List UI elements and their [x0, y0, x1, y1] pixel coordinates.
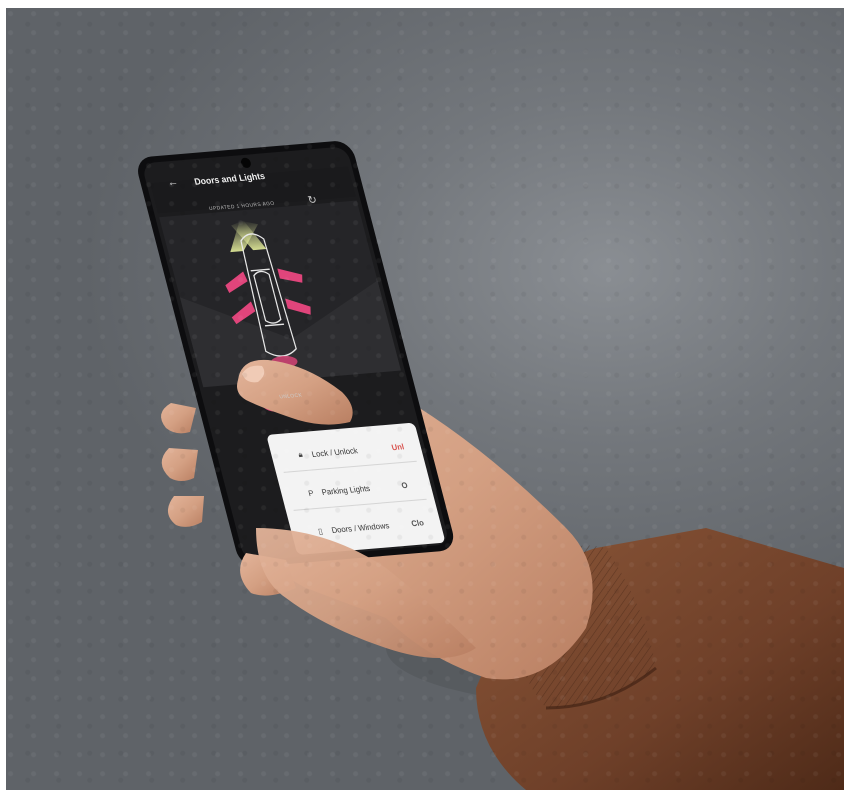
updated-status: UPDATED 1 HOURS AGO [208, 200, 276, 213]
row-value: Unl [390, 441, 405, 452]
row-label: Lock / Unlock [310, 445, 359, 459]
row-label: Doors / Windows [330, 520, 391, 535]
photo: ← Doors and Lights UPDATED 1 HOURS AGO ↻… [6, 8, 844, 790]
row-value: Clo [410, 517, 425, 528]
row-value: O [400, 480, 409, 490]
screen-title: Doors and Lights [193, 170, 267, 187]
row-label: Parking Lights [320, 483, 371, 497]
refresh-icon[interactable]: ↻ [306, 193, 319, 207]
scene-illustration [138, 141, 844, 790]
back-arrow-icon[interactable]: ← [166, 176, 180, 189]
unlock-button-label[interactable]: UNLOCK [279, 392, 303, 400]
controls-card: 🔒︎ Lock / Unlock Unl P Parking Lights O … [284, 426, 458, 558]
